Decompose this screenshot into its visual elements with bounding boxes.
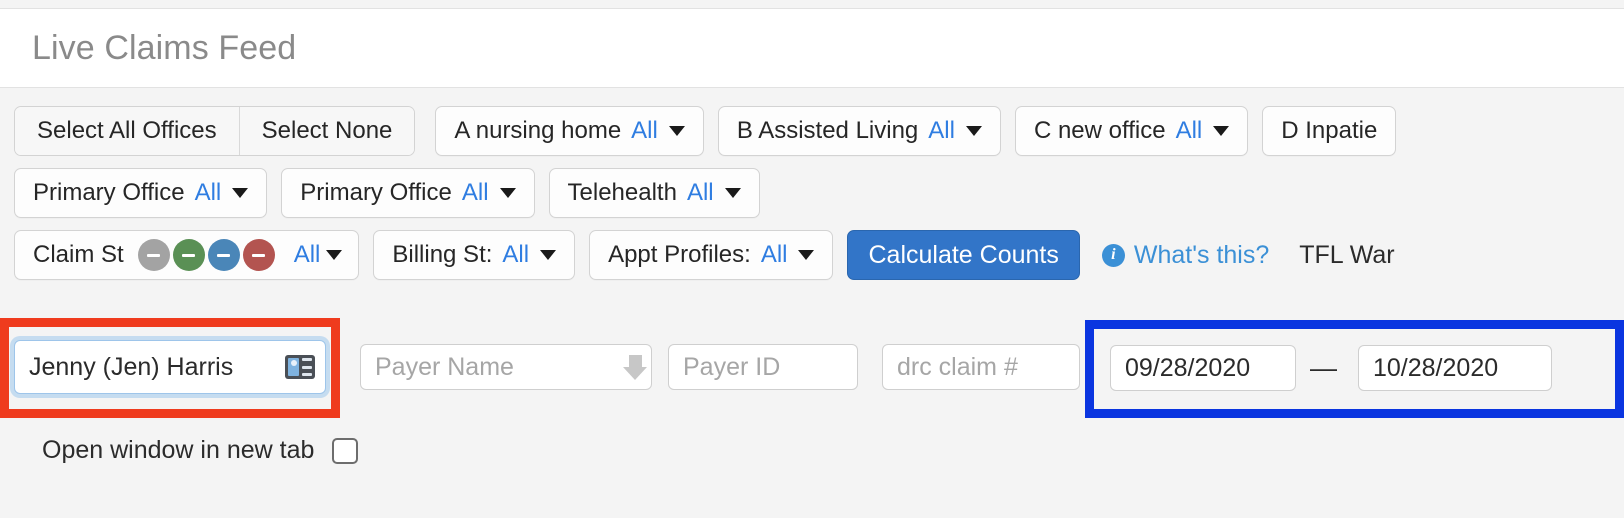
- whats-this-link[interactable]: i What's this?: [1101, 240, 1270, 270]
- select-none-button[interactable]: Select None: [238, 107, 415, 155]
- payer-name-placeholder: Payer Name: [375, 352, 514, 381]
- contact-card-icon[interactable]: [285, 355, 315, 379]
- status-dot-gray[interactable]: [137, 239, 170, 271]
- claim-status-filter[interactable]: Claim St All: [14, 230, 360, 280]
- claim-status-label: Claim St: [33, 241, 124, 268]
- appt-profiles-filter[interactable]: Appt Profiles: All: [589, 230, 834, 280]
- chevron-down-icon: [326, 250, 343, 260]
- location-filter-row: Primary Office All Primary Office All Te…: [0, 168, 1624, 218]
- select-all-offices-button[interactable]: Select All Offices: [15, 107, 239, 155]
- status-dot-red[interactable]: [242, 239, 275, 271]
- office-filter-c-new-office[interactable]: C new office All: [1014, 106, 1249, 156]
- chevron-down-icon: [499, 188, 516, 198]
- location-filter-value: All: [686, 179, 714, 206]
- date-range-separator: —: [1310, 352, 1337, 383]
- page-title: Live Claims Feed: [32, 28, 297, 67]
- location-filter-primary-office-1[interactable]: Primary Office All: [14, 168, 268, 218]
- whats-this-label: What's this?: [1133, 240, 1270, 269]
- location-filter-value: All: [194, 179, 222, 206]
- date-from-input[interactable]: 09/28/2020: [1110, 345, 1296, 391]
- date-to-input[interactable]: 10/28/2020: [1358, 345, 1552, 391]
- page-header: Live Claims Feed: [0, 8, 1624, 88]
- chevron-down-icon: [668, 126, 685, 136]
- billing-status-filter[interactable]: Billing St: All: [373, 230, 576, 280]
- claim-status-dot-group: [137, 239, 278, 271]
- location-filter-value: All: [461, 179, 489, 206]
- open-new-tab-label: Open window in new tab: [42, 436, 315, 464]
- open-new-tab-checkbox[interactable]: [332, 437, 359, 464]
- payer-id-input[interactable]: Payer ID: [668, 344, 858, 390]
- appt-profiles-value: All: [760, 241, 788, 268]
- provider-name-value: Jenny (Jen) Harris: [29, 352, 234, 381]
- office-filter-row: Select All Offices Select None A nursing…: [0, 106, 1624, 156]
- office-filter-d-inpatient[interactable]: D Inpatie: [1262, 106, 1397, 156]
- location-filter-label: Primary Office: [300, 179, 452, 206]
- billing-status-label: Billing St:: [392, 241, 493, 268]
- live-claims-feed-page: Live Claims Feed Select All Offices Sele…: [0, 0, 1624, 518]
- billing-status-value: All: [502, 241, 530, 268]
- chevron-down-icon: [232, 188, 249, 198]
- chevron-down-icon: [724, 188, 741, 198]
- location-filter-label: Primary Office: [33, 179, 185, 206]
- date-to-value: 10/28/2020: [1373, 353, 1499, 382]
- filter-panel: Select All Offices Select None A nursing…: [0, 90, 1624, 280]
- provider-name-input[interactable]: Jenny (Jen) Harris: [14, 340, 326, 394]
- drc-claim-input[interactable]: drc claim #: [882, 344, 1080, 390]
- office-filter-label: C new office: [1033, 117, 1166, 144]
- open-new-tab-row: Open window in new tab: [0, 436, 359, 465]
- appt-profiles-label: Appt Profiles:: [608, 241, 751, 268]
- date-from-value: 09/28/2020: [1125, 353, 1251, 382]
- search-input-row: Jenny (Jen) Harris Payer Name Payer ID d…: [0, 318, 1624, 418]
- office-filter-value: All: [1175, 117, 1203, 144]
- payer-id-placeholder: Payer ID: [683, 352, 781, 381]
- status-filter-row: Claim St All Billing St: All Appt Profil…: [0, 230, 1624, 280]
- office-selection-button-group: Select All Offices Select None: [14, 106, 416, 156]
- office-filter-label: D Inpatie: [1281, 117, 1378, 144]
- tfl-warning-label: TFL War: [1299, 240, 1395, 269]
- status-dot-green[interactable]: [172, 239, 205, 271]
- office-filter-b-assisted-living[interactable]: B Assisted Living All: [717, 106, 1001, 156]
- claim-status-value: All: [293, 241, 321, 268]
- location-filter-label: Telehealth: [567, 179, 677, 206]
- location-filter-telehealth[interactable]: Telehealth All: [548, 168, 760, 218]
- office-filter-label: A nursing home: [454, 117, 622, 144]
- calculate-counts-button[interactable]: Calculate Counts: [847, 230, 1080, 280]
- office-filter-value: All: [631, 117, 658, 144]
- chevron-down-icon: [798, 250, 815, 260]
- office-filter-a-nursing-home[interactable]: A nursing home All: [435, 106, 704, 156]
- payer-name-input[interactable]: Payer Name: [360, 344, 652, 390]
- chevron-down-icon: [965, 126, 982, 136]
- chevron-down-icon: [540, 250, 557, 260]
- status-dot-blue[interactable]: [207, 239, 240, 271]
- office-filter-label: B Assisted Living: [736, 117, 919, 144]
- office-filter-value: All: [928, 117, 955, 144]
- info-icon: i: [1101, 243, 1125, 267]
- drc-claim-placeholder: drc claim #: [897, 352, 1018, 381]
- chevron-down-icon: [1213, 126, 1230, 136]
- location-filter-primary-office-2[interactable]: Primary Office All: [281, 168, 535, 218]
